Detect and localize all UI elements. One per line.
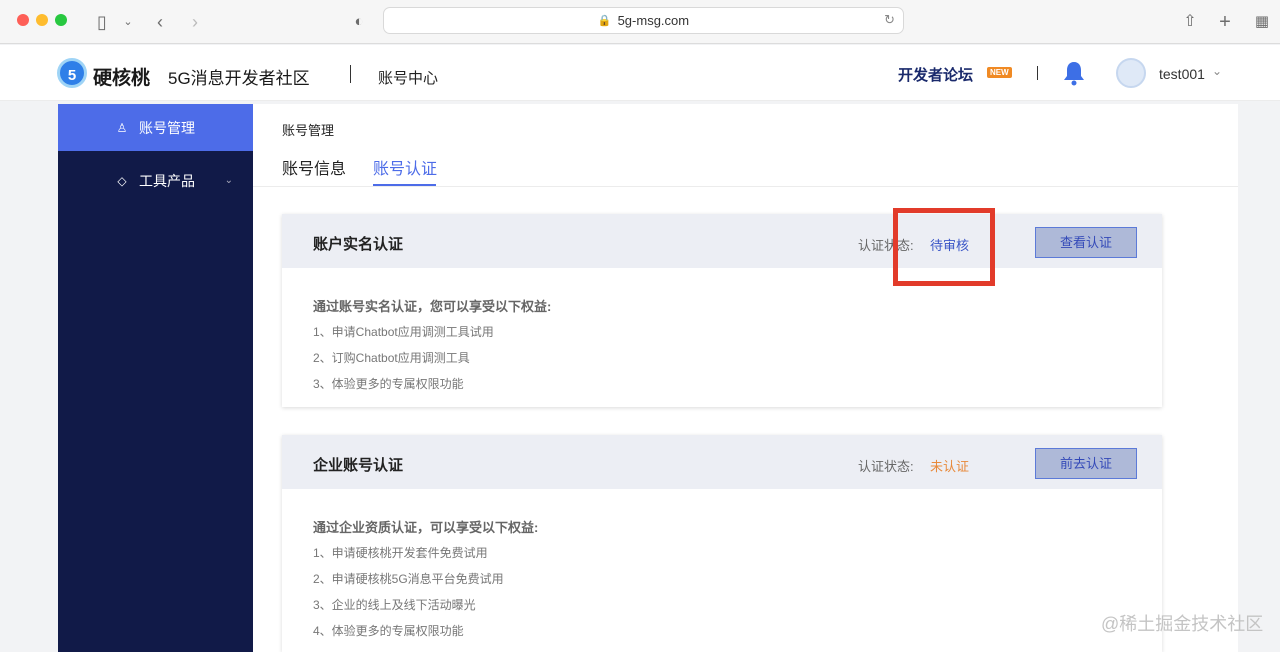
section-name: 账号中心 — [378, 70, 439, 87]
user-icon: ♙ — [116, 120, 128, 135]
sidebar-item-account-management[interactable]: ♙ 账号管理 — [58, 104, 253, 151]
bell-icon[interactable] — [1062, 60, 1086, 86]
sidebar-item-label: 工具产品 — [139, 172, 195, 189]
sidebar-toggle-icon[interactable]: ▯ — [90, 10, 114, 34]
list-item: 1、申请Chatbot应用调测工具试用 — [313, 325, 494, 339]
header-divider — [1037, 66, 1038, 80]
url-text: 5g-msg.com — [617, 13, 690, 28]
developer-forum-link[interactable]: 开发者论坛 — [898, 64, 973, 85]
sidebar: ♙ 账号管理 ◇ 工具产品 ⌄ — [58, 104, 253, 652]
card-title: 企业账号认证 — [313, 457, 404, 474]
enterprise-verification-card: 企业账号认证 认证状态: 未认证 前去认证 通过企业资质认证，可以享受以下权益:… — [282, 435, 1162, 652]
list-item: 3、企业的线上及线下活动曝光 — [313, 598, 476, 612]
benefit-intro: 通过账号实名认证，您可以享受以下权益: — [313, 299, 552, 314]
sidebar-item-label: 账号管理 — [139, 119, 195, 136]
real-name-verification-card: 账户实名认证 认证状态: 待审核 查看认证 通过账号实名认证，您可以享受以下权益… — [282, 214, 1162, 407]
status-badge: 未认证 — [930, 459, 970, 474]
brand-subtitle: 5G消息开发者社区 — [168, 69, 310, 88]
minimize-window-button[interactable] — [36, 14, 48, 26]
privacy-shield-icon[interactable]: ◐ — [347, 10, 371, 34]
close-window-button[interactable] — [17, 14, 29, 26]
brand-name[interactable]: 硬核桃 — [93, 63, 150, 90]
list-item: 2、订购Chatbot应用调测工具 — [313, 351, 470, 365]
logo-icon[interactable]: 5 — [57, 58, 87, 88]
chevron-down-icon[interactable]: ⌄ — [1212, 64, 1222, 78]
tab-overview-icon[interactable]: ▦ — [1250, 10, 1274, 34]
share-icon[interactable]: ⇧ — [1178, 10, 1202, 34]
chevron-down-icon[interactable]: ⌄ — [116, 10, 140, 34]
tab-account-info[interactable]: 账号信息 — [282, 155, 346, 179]
card-header: 账户实名认证 认证状态: 待审核 查看认证 — [282, 214, 1162, 268]
chevron-down-icon: ⌄ — [224, 175, 233, 186]
sidebar-item-tools[interactable]: ◇ 工具产品 ⌄ — [58, 157, 253, 204]
site-header: 5 硬核桃 5G消息开发者社区 账号中心 开发者论坛 NEW test001 ⌄ — [0, 45, 1280, 101]
status-label: 认证状态: — [858, 459, 914, 474]
username[interactable]: test001 — [1159, 66, 1205, 82]
card-header: 企业账号认证 认证状态: 未认证 前去认证 — [282, 435, 1162, 489]
new-badge: NEW — [987, 67, 1012, 78]
card-title: 账户实名认证 — [313, 236, 404, 253]
cube-icon: ◇ — [117, 173, 127, 188]
view-verification-button[interactable]: 查看认证 — [1035, 227, 1137, 258]
tabs-divider — [253, 186, 1238, 187]
watermark: @稀土掘金技术社区 — [1101, 614, 1264, 634]
forward-icon[interactable]: › — [183, 10, 207, 34]
page-title: 账号管理 — [282, 123, 335, 138]
back-icon[interactable]: ‹ — [148, 10, 172, 34]
reload-icon[interactable]: ↻ — [884, 12, 895, 28]
tab-account-verification[interactable]: 账号认证 — [373, 155, 437, 179]
list-item: 2、申请硬核桃5G消息平台免费试用 — [313, 572, 504, 586]
new-tab-icon[interactable]: + — [1213, 10, 1237, 34]
list-item: 4、体验更多的专属权限功能 — [313, 624, 464, 638]
browser-toolbar: ▯ ⌄ ‹ › ◐ 🔒 5g-msg.com ↻ ⇧ + ▦ — [0, 0, 1280, 44]
card-body: 通过企业资质认证，可以享受以下权益: 1、申请硬核桃开发套件免费试用 2、申请硬… — [282, 489, 1162, 639]
list-item: 1、申请硬核桃开发套件免费试用 — [313, 546, 488, 560]
benefit-intro: 通过企业资质认证，可以享受以下权益: — [313, 520, 539, 535]
lock-icon: 🔒 — [597, 15, 612, 27]
card-body: 通过账号实名认证，您可以享受以下权益: 1、申请Chatbot应用调测工具试用 … — [282, 268, 1162, 392]
address-bar[interactable]: 🔒 5g-msg.com ↻ — [383, 7, 904, 34]
header-divider — [350, 65, 351, 83]
zoom-window-button[interactable] — [55, 14, 67, 26]
highlight-annotation — [893, 208, 995, 286]
main-content: 账号管理 账号信息 账号认证 账户实名认证 认证状态: 待审核 查看认证 通过账… — [253, 104, 1238, 652]
list-item: 3、体验更多的专属权限功能 — [313, 377, 464, 391]
go-verify-button[interactable]: 前去认证 — [1035, 448, 1137, 479]
avatar[interactable] — [1116, 58, 1146, 88]
